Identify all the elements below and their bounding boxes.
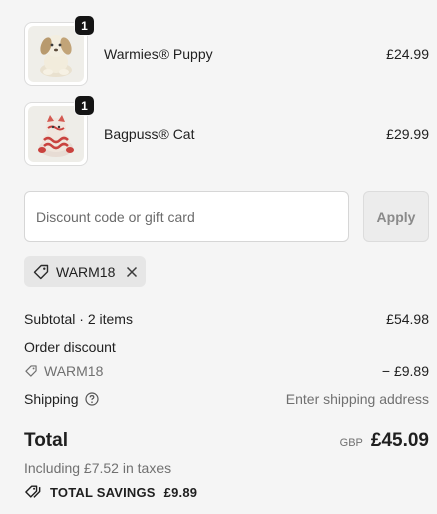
savings-value: £9.89 — [163, 484, 198, 500]
applied-discount-chip: WARM18 — [24, 256, 146, 287]
tax-note: Including £7.52 in taxes — [24, 460, 172, 476]
apply-button[interactable]: Apply — [363, 191, 429, 242]
discount-code-row: WARM18 − £9.89 — [24, 363, 429, 379]
product-name: Bagpuss® Cat — [104, 126, 195, 142]
product-name: Warmies® Puppy — [104, 46, 213, 62]
shipping-label-group: Shipping — [24, 391, 99, 407]
tag-icon — [32, 263, 50, 281]
line-item: 1 Warmies® Puppy £24.99 — [24, 15, 429, 86]
shipping-row: Shipping Enter shipping address — [24, 391, 429, 407]
savings-label: TOTAL SAVINGS — [50, 484, 156, 500]
currency-code: GBP — [339, 437, 363, 449]
total-label: Total — [24, 430, 68, 451]
applied-code-text: WARM18 — [56, 263, 116, 280]
subtotal-value: £54.98 — [386, 311, 429, 327]
tag-icon — [24, 364, 38, 378]
shipping-label: Shipping — [24, 391, 79, 407]
order-discount-row: Order discount — [24, 339, 429, 355]
tax-note-row: Including £7.52 in taxes — [24, 460, 429, 476]
quantity-badge: 1 — [74, 15, 95, 36]
help-icon[interactable] — [84, 392, 99, 406]
order-discount-label: Order discount — [24, 339, 116, 355]
discount-value: − £9.89 — [381, 363, 429, 379]
discount-code-line: WARM18 — [24, 363, 103, 379]
subtotal-label: Subtotal · 2 items — [24, 311, 133, 327]
savings-tag-icon — [24, 484, 42, 500]
shipping-value: Enter shipping address — [285, 391, 429, 407]
product-thumbnail: 1 — [24, 95, 95, 166]
total-amount-group: GBP £45.09 — [340, 430, 429, 452]
line-item: 1 Bagpuss® Cat £29.99 — [24, 95, 429, 166]
discount-code-input[interactable] — [24, 191, 349, 242]
quantity-badge: 1 — [74, 95, 95, 116]
total-amount: £45.09 — [370, 430, 429, 451]
product-price: £24.99 — [386, 46, 429, 62]
product-thumbnail: 1 — [24, 15, 95, 86]
order-summary: 1 Warmies® Puppy £24.99 1 Bagpuss® Cat £… — [0, 0, 437, 514]
discount-code-text: WARM18 — [44, 363, 104, 379]
total-savings: TOTAL SAVINGS £9.89 — [24, 484, 197, 500]
total-row: Total GBP £45.09 — [24, 430, 429, 452]
discount-form: Apply — [24, 191, 429, 242]
product-price: £29.99 — [386, 126, 429, 142]
subtotal-row: Subtotal · 2 items £54.98 — [24, 311, 429, 327]
remove-code-icon[interactable] — [126, 266, 138, 278]
